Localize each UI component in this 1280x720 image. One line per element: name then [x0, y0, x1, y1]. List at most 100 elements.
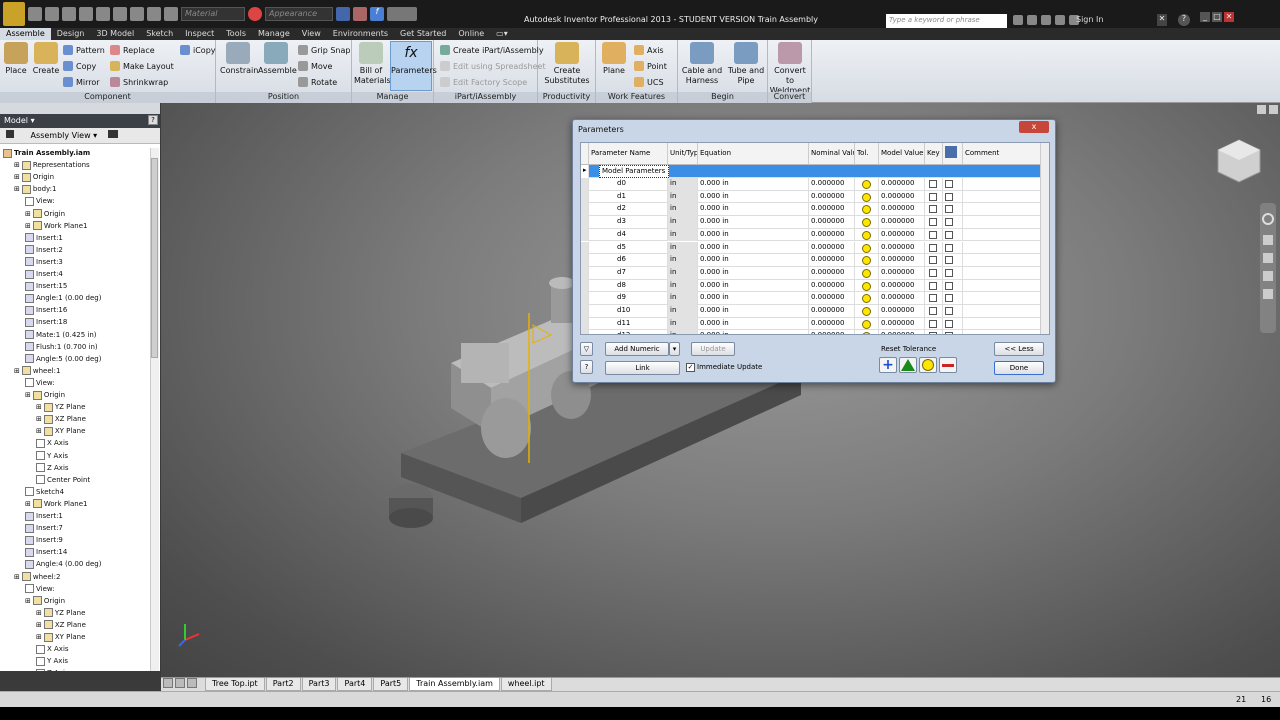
key-checkbox[interactable] — [929, 180, 937, 188]
column-header[interactable]: Comment — [963, 143, 1041, 165]
sub-icon[interactable] — [1041, 15, 1051, 25]
tree-node[interactable]: ⊞ YZ Plane — [36, 401, 85, 413]
key-cell[interactable] — [925, 317, 943, 331]
comment-cell[interactable] — [963, 216, 1041, 229]
comment-cell[interactable] — [963, 178, 1041, 191]
binoculars-icon[interactable] — [1013, 15, 1023, 25]
group-row[interactable]: ▸ Model Parameters — [581, 165, 1041, 178]
expand-icon[interactable]: ⊞ — [25, 210, 31, 218]
row-header[interactable] — [581, 190, 589, 204]
tab-get-started[interactable]: Get Started — [394, 28, 452, 40]
constrain-button[interactable]: Constrain — [220, 42, 258, 76]
comment-cell[interactable] — [963, 254, 1041, 267]
export-checkbox[interactable] — [945, 256, 953, 265]
flip-icon[interactable] — [387, 7, 417, 21]
tree-node[interactable]: ⊞ Origin — [25, 595, 65, 607]
export-cell[interactable] — [943, 330, 963, 334]
tree-node[interactable]: ⊞ body:1 — [14, 183, 57, 195]
parameter-name[interactable]: d3 — [589, 216, 668, 229]
tree-node[interactable]: Angle:1 (0.00 deg) — [25, 292, 101, 304]
tolerance-nominal-icon[interactable] — [862, 256, 871, 266]
export-checkbox[interactable] — [945, 319, 953, 328]
point-button[interactable]: Point — [634, 61, 667, 71]
tree-node[interactable]: Y Axis — [36, 450, 68, 462]
save-icon[interactable] — [62, 7, 76, 21]
tree-node[interactable]: Mate:1 (0.425 in) — [25, 329, 97, 341]
parameter-row[interactable]: d12in0.000 in0.0000000.000000 — [581, 330, 1041, 334]
viewcube-icon[interactable] — [1216, 138, 1262, 184]
nominal-value-cell[interactable]: 0.000000 — [809, 203, 855, 217]
key-cell[interactable] — [925, 254, 943, 267]
tree-node[interactable]: Insert:9 — [25, 534, 63, 546]
appearance-select[interactable]: Appearance — [265, 7, 333, 21]
parameter-row[interactable]: d4 in 0.000 in 0.000000 0.000000 — [581, 228, 1041, 242]
key-checkbox[interactable] — [929, 205, 937, 214]
export-checkbox[interactable] — [945, 243, 953, 252]
parameter-row[interactable]: d2 in 0.000 in 0.000000 0.000000 — [581, 203, 1041, 217]
tree-node[interactable]: ⊞ YZ Plane — [36, 607, 85, 619]
row-header[interactable] — [581, 317, 589, 331]
tolerance-cell[interactable] — [855, 216, 879, 229]
tab-design[interactable]: Design — [51, 28, 91, 40]
export-cell[interactable] — [943, 216, 963, 229]
row-header[interactable] — [581, 279, 589, 293]
pattern-button[interactable]: Pattern — [63, 45, 105, 55]
tree-node[interactable]: Insert:2 — [25, 244, 63, 256]
cascade-icon[interactable] — [175, 678, 185, 688]
minimize-icon[interactable]: _ — [1200, 12, 1210, 22]
export-cell[interactable] — [943, 178, 963, 191]
parameter-row[interactable]: d3 in 0.000 in 0.000000 0.000000 — [581, 216, 1041, 229]
export-cell[interactable] — [943, 203, 963, 217]
tolerance-cell[interactable] — [855, 241, 879, 255]
plane-button[interactable]: Plane — [598, 42, 630, 76]
export-checkbox[interactable] — [945, 192, 953, 201]
replace-button[interactable]: Replace — [110, 45, 155, 55]
tolerance-cell[interactable] — [855, 190, 879, 204]
column-header[interactable]: Equation — [698, 143, 809, 165]
return-icon[interactable] — [147, 7, 161, 21]
unit-cell[interactable]: in — [668, 203, 698, 217]
tolerance-cell[interactable] — [855, 254, 879, 267]
parameter-name[interactable]: d1 — [589, 190, 668, 204]
panel-convert-label[interactable]: Convert — [768, 92, 811, 103]
expand-icon[interactable]: ⊞ — [36, 621, 42, 629]
comment-cell[interactable] — [963, 330, 1041, 334]
nominal-value-cell[interactable]: 0.000000 — [809, 241, 855, 255]
tree-node[interactable]: Insert:4 — [25, 268, 63, 280]
zoom-icon[interactable] — [1263, 253, 1273, 263]
key-checkbox[interactable] — [929, 281, 937, 290]
tolerance-cell[interactable] — [855, 228, 879, 242]
less-button[interactable]: << Less — [994, 342, 1044, 356]
column-header[interactable]: Parameter Name — [589, 143, 668, 165]
create-ipart-button[interactable]: Create iPart/iAssembly — [440, 45, 544, 55]
create-button[interactable]: Create — [32, 42, 60, 76]
key-cell[interactable] — [925, 203, 943, 217]
color-override-icon[interactable] — [353, 7, 367, 21]
nominal-value-cell[interactable]: 0.000000 — [809, 330, 855, 334]
measure-icon[interactable] — [336, 7, 350, 21]
panel-begin-label[interactable]: Begin — [678, 92, 767, 103]
home-icon[interactable] — [113, 7, 127, 21]
key-cell[interactable] — [925, 190, 943, 204]
tab-inspect[interactable]: Inspect — [179, 28, 220, 40]
key-checkbox[interactable] — [929, 192, 937, 201]
expand-icon[interactable]: ⊞ — [14, 161, 20, 169]
equation-cell[interactable]: 0.000 in — [698, 216, 809, 229]
tree-node[interactable]: ⊞ wheel:1 — [14, 365, 60, 377]
equation-cell[interactable]: 0.000 in — [698, 330, 809, 334]
look-at-icon[interactable] — [1263, 289, 1273, 299]
key-checkbox[interactable] — [929, 294, 937, 303]
copy-button[interactable]: Copy — [63, 61, 96, 71]
update-icon[interactable] — [164, 7, 178, 21]
nominal-value-cell[interactable]: 0.000000 — [809, 216, 855, 229]
key-checkbox[interactable] — [929, 332, 937, 334]
nominal-value-cell[interactable]: 0.000000 — [809, 305, 855, 318]
key-cell[interactable] — [925, 178, 943, 191]
tolerance-nominal-icon[interactable] — [862, 268, 871, 278]
equation-cell[interactable]: 0.000 in — [698, 266, 809, 280]
equation-cell[interactable]: 0.000 in — [698, 203, 809, 217]
grid-scrollbar[interactable] — [1040, 143, 1049, 334]
export-checkbox[interactable] — [945, 307, 953, 315]
expand-icon[interactable]: ⊞ — [14, 185, 20, 193]
equation-cell[interactable]: 0.000 in — [698, 241, 809, 255]
